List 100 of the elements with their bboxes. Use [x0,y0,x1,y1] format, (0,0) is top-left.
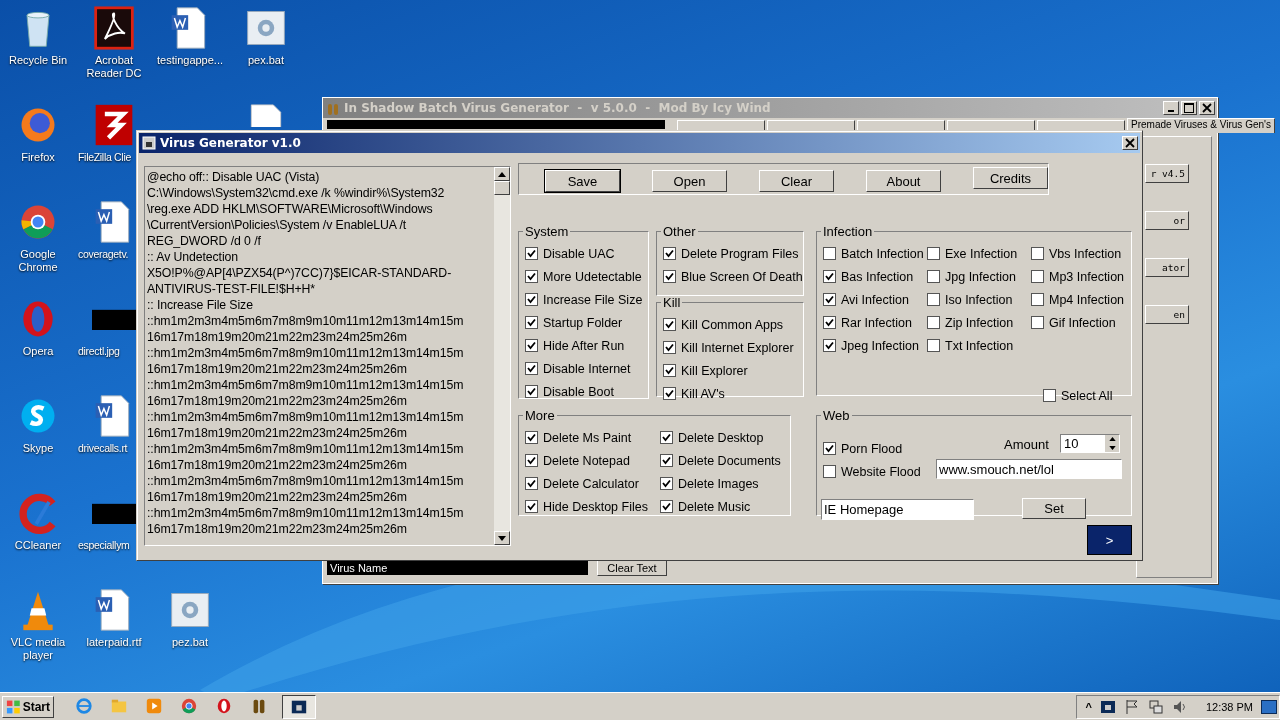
desktop-icon-label[interactable]: VLC media player [2,636,74,662]
toolbar-button[interactable]: Credits [973,167,1048,189]
group-title: Infection [822,224,874,239]
option-checkbox[interactable]: Jpg Infection [927,268,1031,285]
check-icon [825,444,834,453]
clock[interactable]: 12:38 PM [1205,700,1253,713]
scroll-thumb[interactable] [494,181,510,195]
next-button[interactable]: > [1087,525,1132,555]
option-checkbox[interactable]: More Udetectable [525,268,645,285]
option-checkbox[interactable]: Exe Infection [927,245,1031,262]
close-button[interactable] [1122,136,1138,150]
toolbar-button[interactable]: Open [652,170,727,192]
group-title: Kill [662,295,682,310]
option-checkbox[interactable]: Kill Common Apps [663,316,803,333]
script-line: 16m17m18m19m20m21m22m23m24m25m26m [147,425,408,441]
check-icon [665,389,674,398]
option-checkbox[interactable]: Txt Infection [927,337,1031,354]
option-checkbox[interactable]: Jpeg Infection [823,337,927,354]
generator-button[interactable]: r v4.5 [1145,164,1189,183]
option-checkbox[interactable]: Delete Notepad [525,452,660,469]
desktop-icon-label[interactable]: Recycle Bin [2,54,74,67]
desktop-icon-label[interactable]: directl.jpg [78,345,120,358]
desktop-icon-label[interactable]: drivecalls.rt [78,442,128,455]
pdf-icon[interactable] [92,6,136,50]
option-checkbox[interactable]: Blue Screen Of Death [663,268,803,285]
desktop-icon-label[interactable]: pez.bat [154,636,226,649]
option-checkbox[interactable]: Delete Music [660,498,790,515]
option-checkbox[interactable]: Batch Infection [823,245,927,262]
maximize-button[interactable] [1181,101,1197,115]
option-checkbox[interactable]: Iso Infection [927,291,1031,308]
group-title: Web [822,408,851,423]
desktop-icon-label[interactable]: laterpaid.rtf [78,636,150,649]
option-checkbox[interactable]: Delete Documents [660,452,790,469]
option-checkbox[interactable]: Kill Explorer [663,362,803,379]
tray-expand-button[interactable]: ^ [1085,700,1092,713]
generator-button[interactable]: or [1145,211,1189,230]
generator-button[interactable]: en [1145,305,1189,324]
url-field[interactable]: www.smouch.net/lol [936,459,1122,479]
homepage-field[interactable]: IE Homepage [821,499,974,520]
toolbar-button[interactable]: Clear [759,170,834,192]
minimize-button[interactable] [1163,101,1179,115]
start-button[interactable]: Start [2,695,54,718]
amount-spinner[interactable]: 10 [1060,434,1120,453]
option-checkbox[interactable]: Startup Folder [525,314,645,331]
lock-icon[interactable] [1099,698,1116,715]
option-checkbox[interactable]: Hide Desktop Files [525,498,660,515]
lock-icon[interactable] [282,694,316,719]
desktop-icon-label[interactable]: Firefox [2,151,74,164]
set-button[interactable]: Set [1022,498,1086,519]
option-checkbox[interactable]: Vbs Infection [1031,245,1131,262]
close-button[interactable] [1199,101,1215,115]
desktop-icon-label[interactable]: CCleaner [2,539,74,552]
check-icon [527,433,536,442]
option-checkbox[interactable]: Bas Infection [823,268,927,285]
option-checkbox[interactable]: Avi Infection [823,291,927,308]
down-arrow-icon[interactable] [1108,445,1116,450]
toolbar-button[interactable]: About [866,170,941,192]
check-icon [527,456,536,465]
option-checkbox[interactable]: Gif Infection [1031,314,1131,331]
option-checkbox[interactable]: Disable Boot [525,383,645,400]
scrollbar[interactable] [494,167,510,545]
option-checkbox[interactable]: Delete Desktop [660,429,790,446]
network-icon[interactable] [1147,698,1164,715]
up-arrow-icon[interactable] [1108,437,1116,442]
show-desktop-button[interactable] [1261,699,1277,714]
desktop-icon-label[interactable]: pex.bat [230,54,302,67]
option-checkbox[interactable]: Website Flood [823,463,921,480]
option-checkbox[interactable]: Zip Infection [927,314,1031,331]
option-checkbox[interactable]: Disable UAC [525,245,645,262]
check-icon [665,320,674,329]
option-checkbox[interactable]: Porn Flood [823,440,903,457]
option-checkbox[interactable]: Delete Ms Paint [525,429,660,446]
script-text-area[interactable] [144,166,511,546]
desktop-icon-label[interactable]: especiallym [78,539,130,552]
script-line: 16m17m18m19m20m21m22m23m24m25m26m [147,361,408,377]
select-all-checkbox[interactable]: Select All [1043,387,1113,404]
option-checkbox[interactable]: Delete Images [660,475,790,492]
option-checkbox[interactable]: Hide After Run [525,337,645,354]
desktop-icon-label[interactable]: Acrobat Reader DC [78,54,150,80]
option-checkbox[interactable]: Mp4 Infection [1031,291,1131,308]
option-checkbox[interactable]: Disable Internet [525,360,645,377]
tab[interactable]: Premade Viruses & Virus Gen's [1127,118,1275,133]
option-checkbox[interactable]: Delete Program Files [663,245,803,262]
desktop-icon-label[interactable]: testingappe... [154,54,226,67]
script-line: ::hm1m2m3m4m5m6m7m8m9m10m11m12m13m14m15m [147,505,465,521]
toolbar-button[interactable]: Save [545,170,620,192]
option-checkbox[interactable]: Delete Calculator [525,475,660,492]
option-checkbox[interactable]: Increase File Size [525,291,645,308]
desktop-icon-label[interactable]: FileZilla Clie [78,151,131,164]
desktop-icon-label[interactable]: Opera [2,345,74,358]
desktop-icon-label[interactable]: coveragetv. [78,248,129,261]
desktop-icon-label[interactable]: Google Chrome [2,248,74,274]
generator-button[interactable]: ator [1145,258,1189,277]
option-checkbox[interactable]: Mp3 Infection [1031,268,1131,285]
virus-name-field[interactable]: Virus Name [327,561,588,575]
flag-icon[interactable] [1123,698,1140,715]
desktop-icon-label[interactable]: Skype [2,442,74,455]
option-checkbox[interactable]: Kill AV's [663,385,803,402]
option-checkbox[interactable]: Rar Infection [823,314,927,331]
option-checkbox[interactable]: Kill Internet Explorer [663,339,803,356]
